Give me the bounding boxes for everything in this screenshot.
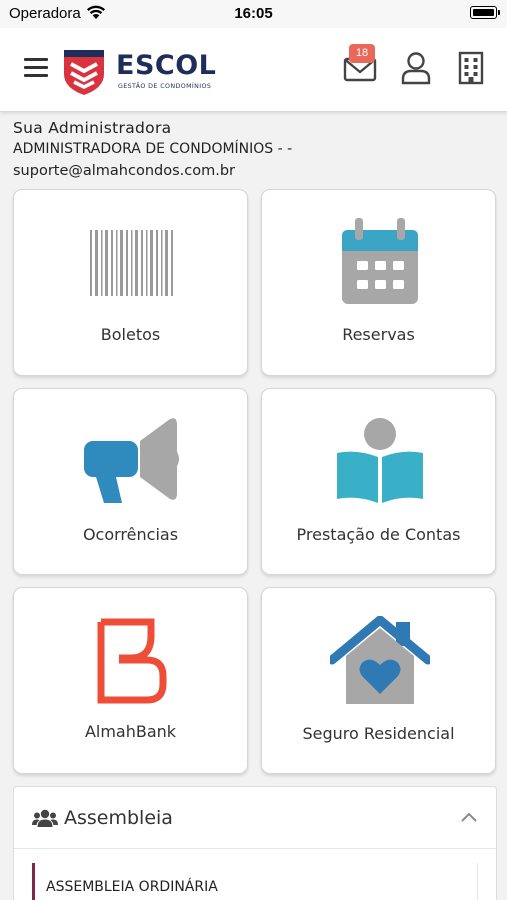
assembleia-panel: Assembleia ASSEMBLEIA ORDINÁRIA: [13, 786, 497, 900]
tile-label: Reservas: [342, 325, 415, 344]
clock: 16:05: [234, 5, 273, 22]
tile-reservas[interactable]: Reservas: [261, 189, 496, 376]
assembleia-item-label: ASSEMBLEIA ORDINÁRIA: [46, 879, 218, 895]
tile-label: AlmahBank: [84, 722, 177, 741]
menu-button[interactable]: [24, 58, 48, 80]
tile-boletos[interactable]: Boletos: [13, 189, 248, 376]
administrator-info: Sua Administradora ADMINISTRADORA DE CON…: [13, 119, 493, 179]
house-heart-icon: [330, 616, 430, 704]
administrator-email[interactable]: suporte@almahcondos.com.br: [13, 163, 493, 179]
barcode-icon: [90, 230, 173, 296]
tile-seguro-residencial[interactable]: Seguro Residencial: [261, 587, 496, 774]
user-icon: [401, 52, 431, 85]
chevron-up-icon[interactable]: [460, 811, 478, 823]
list-item[interactable]: ASSEMBLEIA ORDINÁRIA: [32, 863, 478, 900]
almahbank-logo: [97, 618, 167, 704]
tile-prestacao-de-contas[interactable]: Prestação de Contas: [261, 388, 496, 575]
assembleia-header[interactable]: Assembleia: [14, 787, 496, 849]
profile-button[interactable]: [398, 50, 434, 86]
battery-icon: [470, 6, 500, 19]
assembleia-title: Assembleia: [64, 807, 173, 829]
escol-logo: ESCOL GESTÃO DE CONDOMÍNIOS: [62, 48, 216, 98]
tile-label: Ocorrências: [82, 525, 179, 544]
megaphone-icon: [84, 418, 179, 503]
escol-shield-icon: [64, 50, 104, 95]
calendar-icon: [342, 218, 418, 304]
people-group-icon: [32, 809, 58, 827]
tile-ocorrencias[interactable]: Ocorrências: [13, 388, 248, 575]
condominium-button[interactable]: [453, 50, 489, 86]
app-header: ESCOL GESTÃO DE CONDOMÍNIOS 18: [0, 28, 507, 112]
logo-subtitle: GESTÃO DE CONDOMÍNIOS: [118, 83, 212, 90]
logo-wordmark: ESCOL: [116, 50, 217, 81]
reader-book-icon: [337, 418, 423, 503]
administrator-heading: Sua Administradora: [13, 119, 172, 137]
status-bar: Operadora 16:05: [0, 0, 507, 28]
tile-almahbank[interactable]: AlmahBank: [13, 587, 248, 774]
tile-label: Seguro Residencial: [302, 724, 455, 743]
menu-icon: [24, 58, 48, 61]
building-icon: [458, 51, 484, 85]
administrator-name: ADMINISTRADORA DE CONDOMÍNIOS - -: [13, 141, 293, 157]
tile-label: Boletos: [100, 325, 161, 344]
mail-badge: 18: [349, 44, 375, 63]
tile-label: Prestação de Contas: [296, 525, 461, 544]
